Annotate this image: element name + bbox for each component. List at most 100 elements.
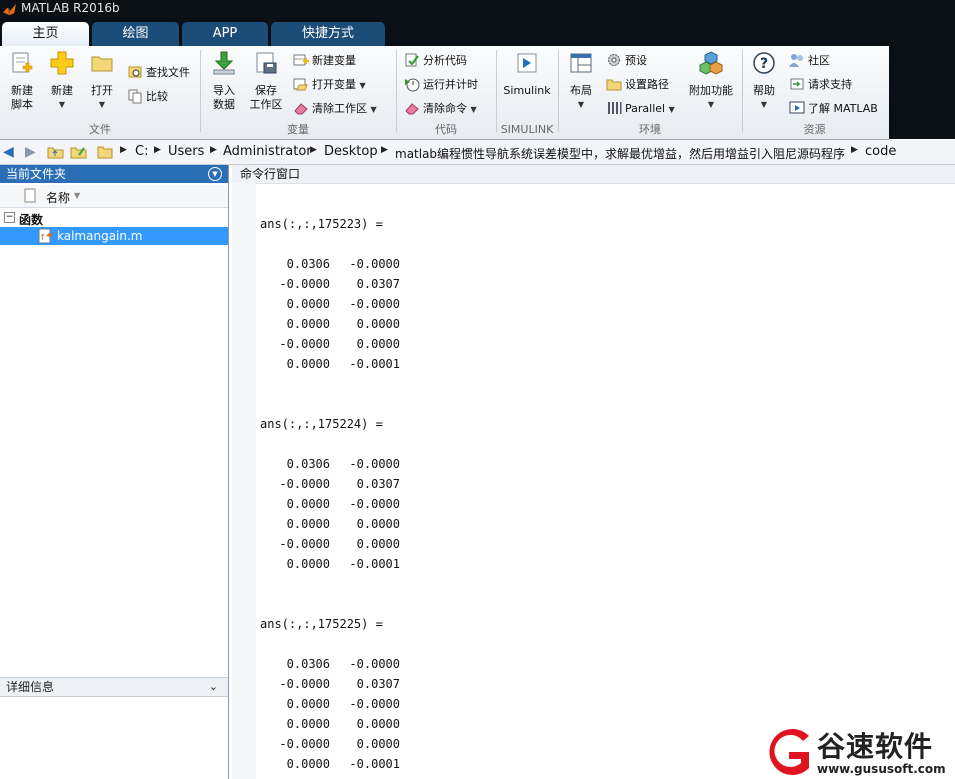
simulink-button[interactable]: Simulink (502, 50, 552, 98)
run-and-time-button[interactable]: 运行并计时 (404, 75, 478, 95)
matrix-cell: 0.0000 (286, 497, 330, 511)
matrix-cell: 0.0000 (286, 357, 330, 371)
community-button[interactable]: 社区 (789, 51, 830, 71)
import-data-button[interactable]: 导入 数据 (206, 50, 242, 112)
file-row-kalmangain[interactable]: f kalmangain.m (0, 227, 228, 245)
set-path-label: 设置路径 (625, 78, 669, 91)
layout-button[interactable]: 布局 ▼ (563, 50, 599, 112)
back-arrow-icon[interactable]: ◀ (3, 144, 14, 160)
learn-matlab-label: 了解 MATLAB (808, 102, 878, 115)
matrix-cell: 0.0307 (356, 477, 400, 491)
analyze-code-label: 分析代码 (423, 54, 467, 67)
ribbon-divider (200, 50, 201, 132)
breadcrumb-item[interactable]: matlab编程惯性导航系统误差模型中，求解最优增益，然后用增益引入阻尼源码程序 (395, 145, 845, 162)
forward-arrow-icon[interactable]: ▶ (25, 144, 36, 160)
address-bar: ◀ ▶ ▶ C: ▶ Users ▶ Administrator ▶ Deskt… (0, 140, 955, 165)
breadcrumb-item[interactable]: Administrator (223, 144, 312, 159)
ans-header: ans(:,:,175224) = (260, 417, 383, 431)
run-time-icon (405, 78, 420, 92)
tab-plots[interactable]: 绘图 (92, 22, 179, 46)
matrix-cell: 0.0000 (286, 517, 330, 531)
group-label-resources: 资源 (803, 123, 826, 136)
request-support-button[interactable]: 请求支持 (789, 75, 852, 95)
matrix-cell: -0.0000 (349, 457, 400, 471)
command-window-gutter (232, 183, 256, 779)
up-folder-icon[interactable] (47, 144, 64, 160)
new-button[interactable]: 新建 ▼ (44, 50, 80, 112)
collapse-icon[interactable]: − (4, 212, 15, 223)
parallel-label: Parallel (625, 102, 666, 115)
set-path-button[interactable]: 设置路径 (606, 75, 669, 95)
current-folder-panel: 当前文件夹 ▼ 名称 ▼ − 函数 f kalmangain.m 详细信息 ⌄ (0, 165, 229, 779)
group-label-file: 文件 (89, 123, 111, 136)
open-button[interactable]: 打开 ▼ (84, 50, 120, 112)
matrix-cell: 0.0000 (286, 717, 330, 731)
matrix-cell: -0.0001 (349, 357, 400, 371)
panel-menu-chevron-icon[interactable]: ▼ (208, 167, 222, 181)
preferences-button[interactable]: 预设 (606, 51, 647, 71)
svg-text:?: ? (760, 56, 768, 72)
help-icon: ? (753, 52, 775, 74)
command-window[interactable]: 命令行窗口 ans(:,:,175223) = 0.0306 -0.0000 -0.0… (232, 165, 955, 779)
file-group-row[interactable]: − 函数 (0, 209, 228, 227)
new-variable-button[interactable]: 新建变量 (293, 51, 356, 71)
matrix-cell: -0.0000 (349, 497, 400, 511)
title-bar: MATLAB R2016b (0, 0, 955, 19)
breadcrumb-item[interactable]: Desktop (324, 144, 378, 159)
matrix-cell: 0.0000 (286, 757, 330, 771)
learn-matlab-button[interactable]: 了解 MATLAB (789, 99, 878, 119)
sort-chevron-down-icon[interactable]: ▼ (74, 191, 80, 200)
new-script-button[interactable]: 新建 脚本 (4, 50, 40, 112)
group-label-simulink: SIMULINK (500, 123, 554, 136)
ribbon-empty-area (889, 46, 955, 139)
new-variable-icon (293, 54, 309, 66)
addons-button[interactable]: 附加功能 ▼ (686, 50, 736, 112)
preferences-label: 预设 (625, 54, 647, 67)
matrix-cell: -0.0000 (349, 257, 400, 271)
chevron-down-icon: ▼ (760, 100, 768, 109)
tab-label: APP (212, 26, 238, 41)
find-files-button[interactable]: 查找文件 (127, 63, 190, 83)
breadcrumb-item[interactable]: Users (168, 144, 204, 159)
clear-commands-button[interactable]: 清除命令 ▼ (404, 99, 477, 119)
open-label: 打开 (91, 84, 113, 97)
open-variable-button[interactable]: 打开变量 ▼ (293, 75, 366, 95)
layout-label: 布局 (570, 84, 592, 97)
chevron-down-icon[interactable]: ⌄ (209, 678, 218, 696)
folder-icon (97, 146, 113, 159)
matrix-cell: 0.0000 (356, 717, 400, 731)
matrix-cell: 0.0000 (356, 517, 400, 531)
addons-label: 附加功能 (689, 84, 733, 97)
matrix-cell: -0.0000 (279, 477, 330, 491)
breadcrumb-item[interactable]: code (865, 144, 896, 159)
tab-label: 主页 (32, 26, 59, 41)
file-group-label: 函数 (19, 213, 44, 227)
breadcrumb-item[interactable]: C: (135, 144, 148, 159)
ribbon-divider (742, 50, 743, 132)
details-title-bar[interactable]: 详细信息 ⌄ (0, 677, 228, 697)
help-button[interactable]: ? 帮助 ▼ (746, 50, 782, 112)
simulink-label: Simulink (503, 84, 551, 97)
column-header-name[interactable]: 名称 (46, 189, 70, 206)
file-icon (24, 188, 36, 203)
ribbon-divider (396, 50, 397, 132)
chevron-down-icon: ▼ (98, 100, 106, 109)
browse-folder-icon[interactable] (70, 144, 87, 160)
window-title: MATLAB R2016b (21, 1, 120, 15)
parallel-button[interactable]: Parallel ▼ (606, 99, 675, 119)
eraser-icon (405, 103, 419, 115)
analyze-code-button[interactable]: 分析代码 (404, 51, 467, 71)
tab-home[interactable]: 主页 (2, 22, 89, 46)
chevron-down-icon: ▼ (707, 100, 715, 109)
request-support-label: 请求支持 (808, 78, 852, 91)
clear-workspace-button[interactable]: 清除工作区 ▼ (293, 99, 377, 119)
tab-shortcuts[interactable]: 快捷方式 (271, 22, 385, 46)
matrix-cell: 0.0000 (286, 297, 330, 311)
breadcrumb-separator-icon: ▶ (120, 145, 127, 155)
learn-matlab-icon (789, 101, 805, 114)
matrix-cell: -0.0000 (279, 677, 330, 691)
matrix-cell: 0.0000 (286, 557, 330, 571)
tab-apps[interactable]: APP (182, 22, 268, 46)
compare-button[interactable]: 比较 (127, 87, 168, 107)
save-workspace-button[interactable]: 保存 工作区 (246, 50, 286, 112)
